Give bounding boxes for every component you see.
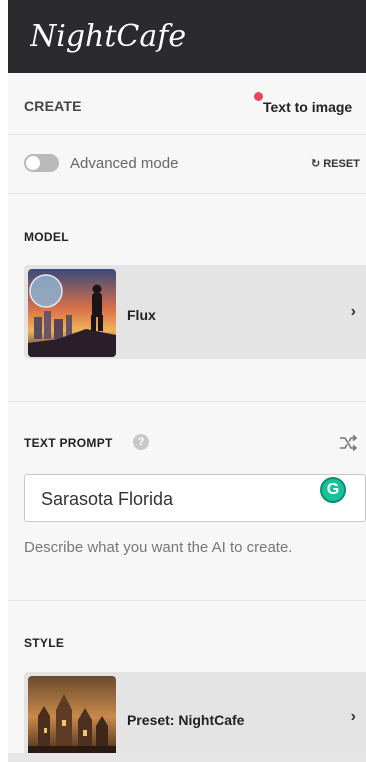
divider <box>8 401 366 402</box>
style-section-title: STYLE <box>24 636 65 650</box>
divider <box>8 600 366 601</box>
advanced-mode-toggle[interactable] <box>24 154 59 172</box>
model-card[interactable]: Flux › <box>24 265 366 359</box>
chevron-right-icon: › <box>350 708 356 725</box>
model-section-title: MODEL <box>24 230 69 244</box>
style-thumbnail <box>28 676 116 758</box>
style-card[interactable]: Preset: NightCafe › <box>24 672 366 758</box>
text-prompt-value: Sarasota Florida <box>41 489 174 509</box>
create-label: CREATE <box>24 98 82 114</box>
horizontal-scrollbar[interactable] <box>8 753 366 762</box>
refresh-icon: ↻ <box>311 158 321 170</box>
model-name: Flux <box>127 307 156 323</box>
text-prompt-section-title: TEXT PROMPT <box>24 436 113 450</box>
notification-dot <box>254 92 263 101</box>
text-prompt-hint: Describe what you want the AI to create. <box>24 539 293 556</box>
text-prompt-input[interactable]: Sarasota Florida <box>24 474 366 522</box>
app-header: NightCafe <box>8 0 366 73</box>
create-panel <box>8 73 366 762</box>
mode-selector[interactable]: Text to image <box>263 99 352 115</box>
toggle-knob <box>26 156 40 170</box>
style-name: Preset: NightCafe <box>127 712 245 728</box>
divider <box>8 193 366 194</box>
nightcafe-logo[interactable]: NightCafe <box>30 14 190 58</box>
divider <box>8 134 366 135</box>
shuffle-icon[interactable] <box>338 434 358 452</box>
advanced-mode-label: Advanced mode <box>70 155 179 172</box>
grammarly-glyph: G <box>326 481 340 498</box>
grammarly-icon[interactable]: G <box>320 477 346 503</box>
model-thumbnail <box>28 269 116 357</box>
logo-text: NightCafe <box>30 19 186 54</box>
reset-button[interactable]: ↻ RESET <box>311 157 360 170</box>
reset-label: RESET <box>323 158 360 170</box>
help-icon[interactable]: ? <box>133 434 149 450</box>
chevron-right-icon: › <box>350 303 356 320</box>
